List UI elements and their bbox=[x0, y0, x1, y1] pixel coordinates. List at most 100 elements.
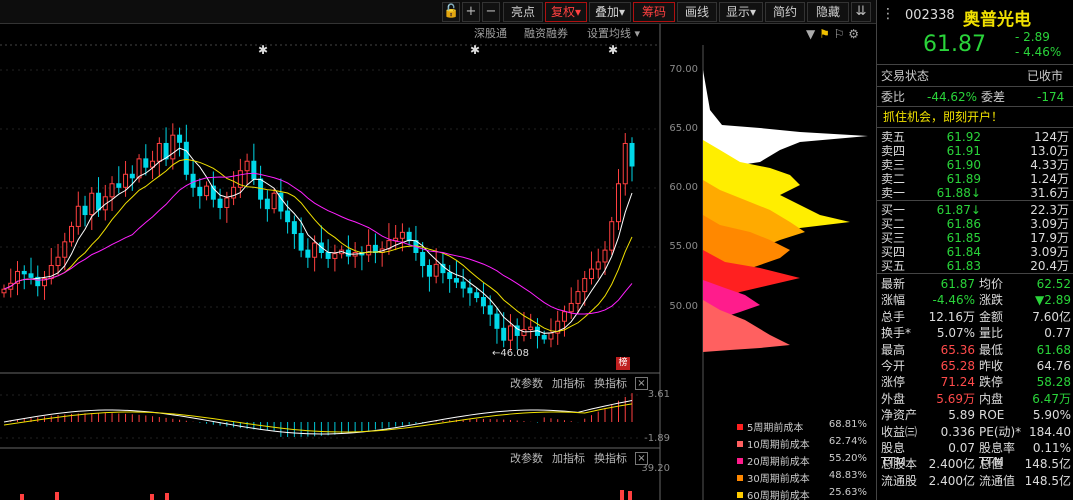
stat-value: 184.40 bbox=[1029, 424, 1071, 439]
legend-swatch bbox=[737, 441, 743, 447]
stat-value: 5.69万 bbox=[936, 391, 975, 406]
volume-bar bbox=[165, 493, 169, 500]
close-indicator-button-2[interactable]: × bbox=[635, 452, 648, 465]
ask-volume: 13.0万 bbox=[1030, 144, 1069, 158]
stat-value: 0.11% bbox=[1032, 441, 1071, 455]
stat-label: 流通股 bbox=[881, 473, 918, 488]
add-indicator-button-2[interactable]: 加指标 bbox=[552, 452, 585, 466]
candle-body bbox=[1, 288, 7, 294]
candle-body bbox=[426, 265, 432, 277]
candle-body bbox=[467, 287, 473, 294]
stat-value: 148.5亿 bbox=[1024, 457, 1071, 472]
open-account-banner[interactable]: 抓住机会，即刻开户！ bbox=[883, 110, 1003, 124]
y-tick-60: 60.00 bbox=[669, 182, 698, 193]
candle-body bbox=[480, 297, 486, 307]
bid-price: 61.84 bbox=[946, 245, 981, 259]
quote-panel: ⋮ 002338 奥普光电 61.87 - 2.89 - 4.46% 交易状态 … bbox=[876, 0, 1073, 500]
stock-name: 奥普光电 bbox=[963, 10, 1031, 30]
stat-label: 最新 bbox=[881, 277, 906, 291]
trade-status: 已收市 bbox=[1027, 69, 1064, 83]
legend-pct: 68.81% bbox=[828, 419, 867, 430]
bid-volume: 17.9万 bbox=[1030, 231, 1069, 245]
ask-price: 61.90 bbox=[946, 158, 981, 172]
candle-body bbox=[123, 173, 129, 188]
stat-value: 148.5亿 bbox=[1024, 473, 1071, 488]
stat-label: 今开 bbox=[881, 359, 906, 373]
candle-body bbox=[548, 332, 554, 340]
macd-tick-bottom: -1.89 bbox=[644, 433, 670, 444]
stat-label: 涨幅 bbox=[881, 293, 906, 308]
stat-value: 5.90% bbox=[1032, 408, 1071, 423]
bid-price: 61.86 bbox=[946, 217, 981, 231]
candle-body bbox=[89, 192, 95, 216]
edit-params-button-2[interactable]: 改参数 bbox=[510, 452, 543, 466]
bid-price: 61.85 bbox=[946, 231, 981, 245]
stat-label: 收益㈢ bbox=[881, 424, 918, 439]
candle-body bbox=[62, 241, 68, 258]
legend-swatch bbox=[737, 424, 743, 430]
weibi-value: -44.62% bbox=[927, 90, 978, 104]
candle-body bbox=[197, 186, 203, 197]
candle-body bbox=[501, 327, 507, 341]
candle-body bbox=[190, 173, 196, 188]
candle-body bbox=[487, 305, 493, 315]
candle-body bbox=[561, 311, 567, 322]
ask-price: 61.89 bbox=[946, 172, 981, 186]
stat-value: 5.89 bbox=[948, 408, 975, 423]
edit-params-button[interactable]: 改参数 bbox=[510, 377, 543, 391]
bid-volume: 22.3万 bbox=[1030, 203, 1069, 217]
candle-body bbox=[602, 249, 608, 263]
rank-badge[interactable]: 榜 bbox=[616, 357, 630, 370]
switch-indicator-button-2[interactable]: 换指标 bbox=[594, 452, 627, 466]
close-indicator-button[interactable]: × bbox=[635, 377, 648, 390]
candle-body bbox=[177, 134, 183, 143]
volume-bar bbox=[20, 494, 24, 500]
legend-swatch bbox=[737, 458, 743, 464]
ask-volume: 1.24万 bbox=[1030, 172, 1069, 186]
moving-average-line bbox=[3, 147, 633, 334]
candle-body bbox=[406, 231, 412, 242]
stat-value: 0.07 bbox=[948, 441, 975, 455]
ask-volume: 4.33万 bbox=[1030, 158, 1069, 172]
switch-indicator-button[interactable]: 换指标 bbox=[594, 377, 627, 391]
volume-bar bbox=[55, 492, 59, 500]
candle-body bbox=[312, 242, 318, 258]
candle-body bbox=[588, 268, 594, 280]
candle-body bbox=[129, 173, 135, 179]
stat-label: 涨停 bbox=[881, 375, 906, 390]
stat-value: 65.28 bbox=[940, 359, 975, 373]
candle-body bbox=[251, 160, 257, 180]
candle-body bbox=[305, 249, 311, 258]
stat-value: 71.24 bbox=[940, 375, 975, 390]
bid-volume: 20.4万 bbox=[1030, 259, 1069, 273]
candle-body bbox=[96, 192, 102, 211]
candle-body bbox=[521, 329, 527, 336]
candle-body bbox=[332, 253, 338, 259]
candle-body bbox=[575, 291, 581, 304]
ask-volume: 31.6万 bbox=[1030, 186, 1069, 200]
candle-body bbox=[629, 142, 635, 167]
candle-body bbox=[75, 205, 81, 227]
chip-legend-item: 30周期前成本 48.83% bbox=[737, 470, 867, 485]
star-marker: ✱ bbox=[470, 43, 480, 57]
candle-body bbox=[285, 210, 291, 223]
weicha-label: 委差 bbox=[981, 90, 1006, 104]
add-indicator-button[interactable]: 加指标 bbox=[552, 377, 585, 391]
candle-body bbox=[136, 158, 142, 179]
candle-body bbox=[609, 221, 615, 251]
candle-body bbox=[615, 183, 621, 223]
candle-body bbox=[21, 270, 27, 275]
candle-body bbox=[582, 278, 588, 293]
candle-body bbox=[28, 273, 34, 278]
candle-body bbox=[447, 272, 453, 280]
legend-pct: 62.74% bbox=[828, 436, 867, 447]
candle-body bbox=[399, 231, 405, 239]
candle-body bbox=[217, 198, 223, 208]
menu-icon[interactable]: ⋮ bbox=[881, 6, 895, 22]
star-marker: ✱ bbox=[608, 43, 618, 57]
stat-value: 65.36 bbox=[940, 342, 975, 357]
stat-label: 总手 bbox=[881, 309, 906, 324]
ask-price: 61.91 bbox=[946, 144, 981, 158]
candle-body bbox=[204, 185, 210, 197]
candle-body bbox=[622, 142, 628, 185]
